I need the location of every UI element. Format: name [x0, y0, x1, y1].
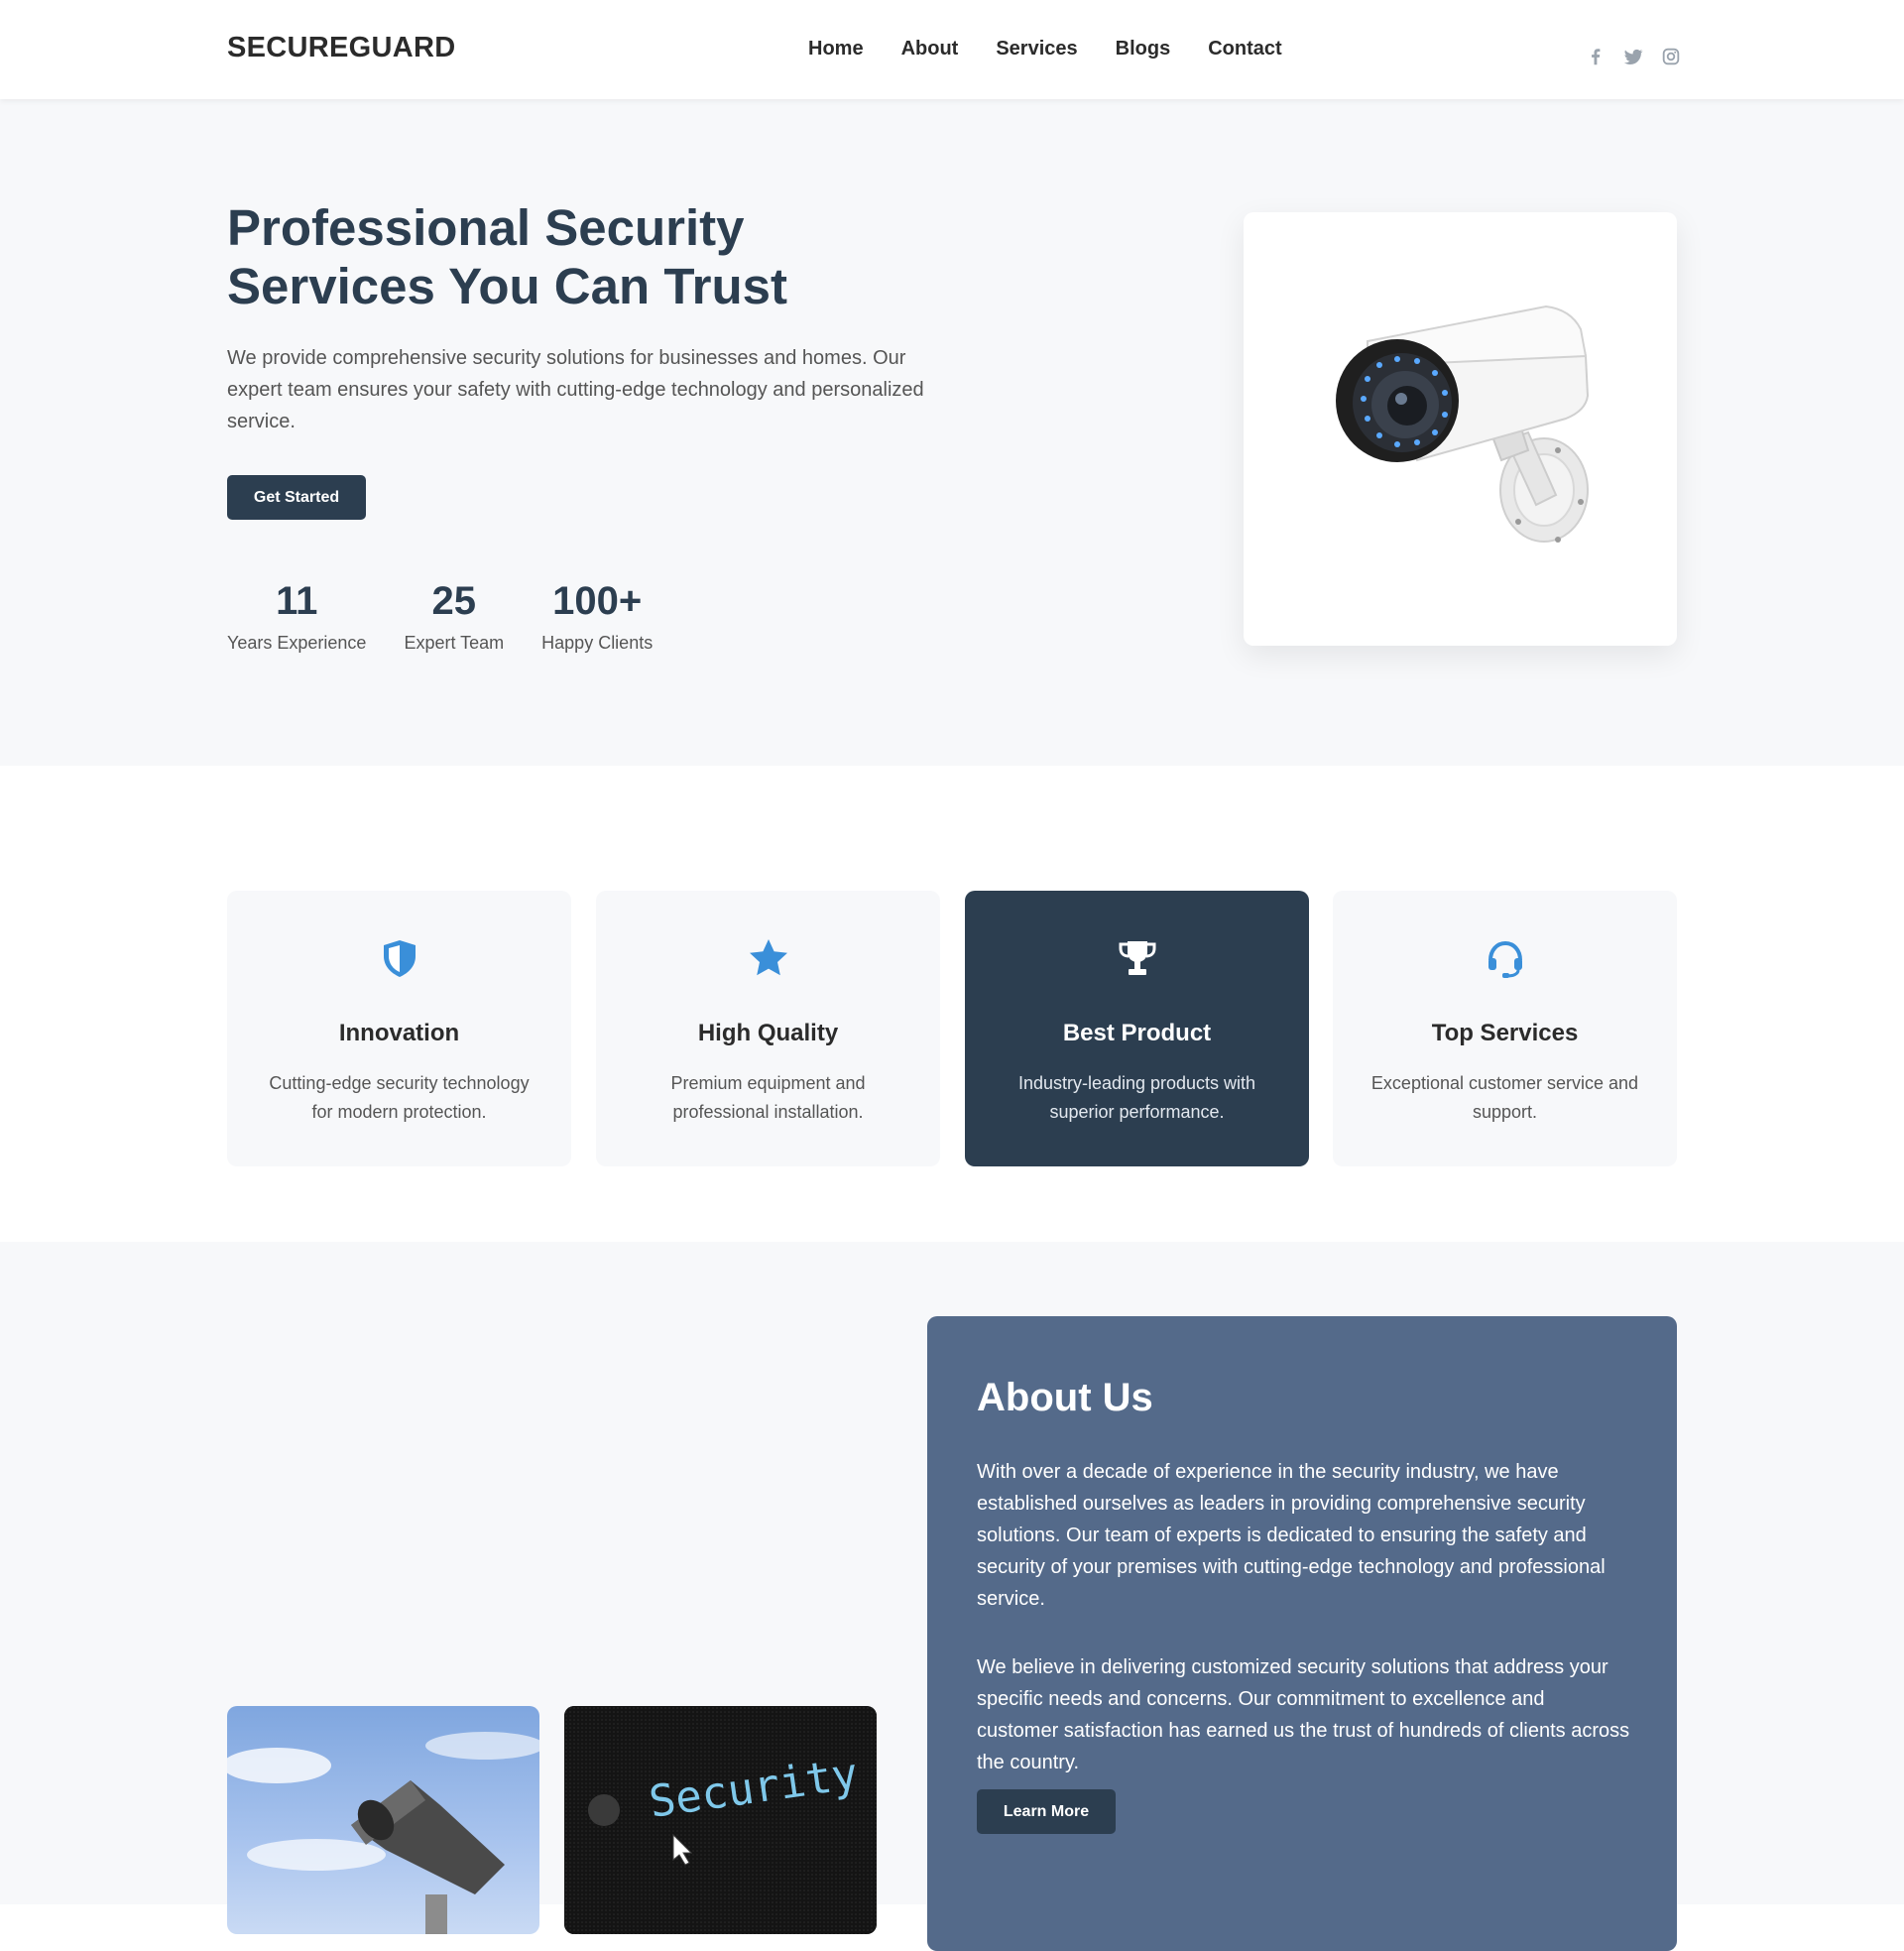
- stat-label: Years Experience: [227, 633, 367, 653]
- about-card: About Us With over a decade of experienc…: [927, 1316, 1677, 1951]
- nav-services[interactable]: Services: [996, 38, 1077, 61]
- star-icon: [747, 936, 790, 980]
- facebook-icon[interactable]: [1585, 46, 1606, 67]
- outdoor-camera-image: [227, 1706, 539, 1934]
- stat-team: 25 Expert Team: [404, 575, 504, 654]
- stat-clients: 100+ Happy Clients: [541, 575, 653, 654]
- nav-about[interactable]: About: [901, 38, 959, 61]
- nav-contact[interactable]: Contact: [1208, 38, 1281, 61]
- feature-card-high-quality[interactable]: High Quality Premium equipment and profe…: [596, 891, 940, 1166]
- about-paragraph-2: We believe in delivering customized secu…: [977, 1656, 1630, 1773]
- about-paragraph-1: With over a decade of experience in the …: [977, 1461, 1606, 1610]
- stat-value: 100+: [552, 579, 643, 623]
- stats: 11 Years Experience 25 Expert Team 100+ …: [227, 575, 653, 654]
- feature-card-top-services[interactable]: Top Services Exceptional customer servic…: [1333, 891, 1677, 1166]
- site-logo[interactable]: SECUREGUARD: [227, 32, 456, 64]
- hero-image-card: [1244, 212, 1677, 646]
- features-section: Innovation Cutting-edge security technol…: [0, 766, 1904, 1242]
- feature-title: Top Services: [1431, 1020, 1579, 1046]
- hero-section: Professional Security Services You Can T…: [0, 99, 1904, 766]
- stat-years: 11 Years Experience: [227, 575, 366, 654]
- stat-value: 11: [276, 579, 318, 623]
- site-header: SECUREGUARD Home About Services Blogs Co…: [0, 0, 1904, 99]
- security-keyboard-image: Security: [564, 1706, 877, 1934]
- social-links: [1585, 46, 1682, 67]
- nav-home[interactable]: Home: [808, 38, 864, 61]
- hero-title: Professional Security Services You Can T…: [227, 199, 788, 314]
- headset-icon: [1484, 936, 1527, 980]
- twitter-icon[interactable]: [1622, 46, 1644, 67]
- feature-title: Best Product: [1062, 1020, 1212, 1046]
- feature-text: Exceptional customer service and support…: [1370, 1073, 1639, 1122]
- main-nav: Home About Services Blogs Contact: [808, 38, 1282, 61]
- feature-title: Innovation: [338, 1020, 460, 1046]
- learn-more-button[interactable]: Learn More: [977, 1789, 1116, 1834]
- about-title: About Us: [977, 1376, 1153, 1419]
- stat-value: 25: [431, 579, 477, 623]
- hero-description: We provide comprehensive security soluti…: [227, 347, 924, 432]
- feature-text: Cutting-edge security technology for mod…: [269, 1073, 530, 1122]
- trophy-icon: [1116, 936, 1159, 980]
- stat-label: Happy Clients: [541, 633, 654, 653]
- feature-title: High Quality: [697, 1020, 839, 1046]
- feature-card-innovation[interactable]: Innovation Cutting-edge security technol…: [227, 891, 571, 1166]
- nav-blogs[interactable]: Blogs: [1116, 38, 1171, 61]
- shield-icon: [378, 936, 421, 980]
- feature-text: Industry-leading products with superior …: [1017, 1073, 1256, 1122]
- get-started-button[interactable]: Get Started: [227, 475, 366, 520]
- instagram-icon[interactable]: [1660, 46, 1682, 67]
- security-camera-image: [1336, 305, 1590, 543]
- feature-card-best-product[interactable]: Best Product Industry-leading products w…: [965, 891, 1309, 1166]
- about-section: Security About Us With over a decade of …: [0, 1242, 1904, 1951]
- stat-label: Expert Team: [404, 633, 505, 653]
- feature-text: Premium equipment and professional insta…: [670, 1073, 866, 1122]
